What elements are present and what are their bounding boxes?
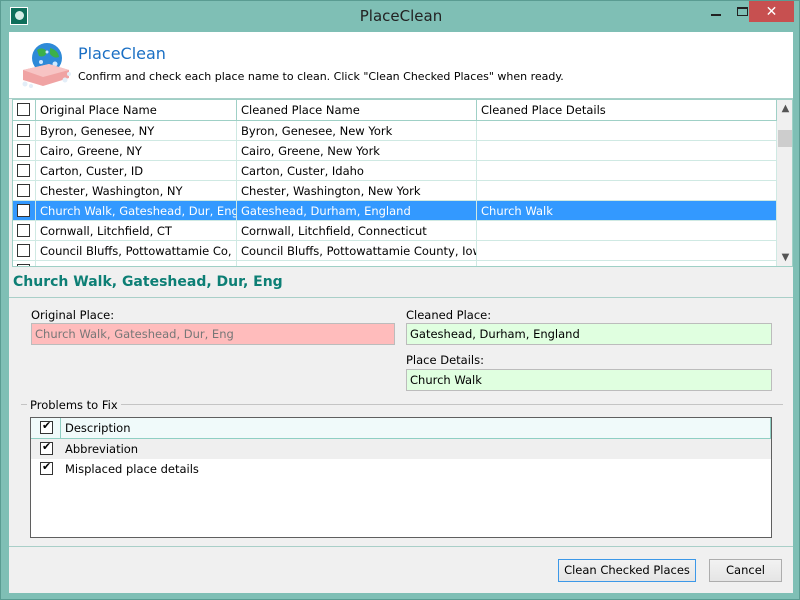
selected-place-title: Church Walk, Gateshead, Dur, Eng	[13, 274, 283, 290]
row-checkbox[interactable]	[17, 144, 30, 157]
row-checkbox-cell[interactable]	[13, 181, 36, 201]
cleaned-place-cell[interactable]: Carton, Custer, Idaho	[237, 161, 477, 181]
row-checkbox-cell[interactable]	[13, 141, 36, 161]
row-checkbox[interactable]	[17, 244, 30, 257]
footer-divider	[9, 546, 793, 547]
problems-header-checkbox-cell	[31, 418, 61, 439]
original-place-cell[interactable]: Byron, Genesee, NY	[36, 121, 237, 141]
cleaned-place-cell[interactable]: Byron, Genesee, New York	[237, 121, 477, 141]
row-checkbox-cell[interactable]	[13, 161, 36, 181]
problem-checkbox[interactable]	[40, 460, 53, 475]
cleaned-place-cell[interactable]: Cornwall, Litchfield, Connecticut	[237, 221, 477, 241]
original-place-cell[interactable]: Church Walk, Gateshead, Dur, Eng	[36, 201, 237, 221]
table-row[interactable]: Cairo, Greene, NY Cairo, Greene, New York	[13, 141, 777, 161]
list-item[interactable]: Misplaced place details	[31, 459, 771, 479]
cleaned-place-cell[interactable]: Chester, Washington, New York	[237, 181, 477, 201]
scroll-up-icon[interactable]: ▲	[777, 100, 792, 117]
cleaned-details-cell[interactable]	[477, 261, 777, 266]
table-row[interactable]: Council Bluffs, Pittattamie, IACouncil B…	[13, 261, 777, 266]
problems-select-all-checkbox[interactable]	[40, 419, 53, 434]
cleaned-details-cell[interactable]	[477, 221, 777, 241]
close-button[interactable]: ✕	[749, 1, 794, 22]
row-checkbox[interactable]	[17, 124, 30, 137]
cleaned-place-cell[interactable]: Cairo, Greene, New York	[237, 141, 477, 161]
original-place-field[interactable]: Church Walk, Gateshead, Dur, Eng	[31, 323, 395, 345]
grid-header-row: Original Place Name Cleaned Place Name C…	[13, 100, 777, 121]
cleaned-details-cell[interactable]	[477, 121, 777, 141]
row-checkbox[interactable]	[17, 224, 30, 237]
original-place-cell[interactable]: Council Bluffs, Pottowattamie Co, IA	[36, 241, 237, 261]
clean-checked-places-button[interactable]: Clean Checked Places	[558, 559, 696, 582]
column-header-original[interactable]: Original Place Name	[36, 100, 237, 120]
column-header-description[interactable]: Description	[65, 418, 131, 438]
table-row[interactable]: Carton, Custer, ID Carton, Custer, Idaho	[13, 161, 777, 181]
group-divider	[21, 404, 783, 405]
minimize-icon	[711, 13, 721, 16]
cleaned-place-cell[interactable]: Gateshead, Durham, England	[237, 201, 477, 221]
table-row[interactable]: Chester, Washington, NY Chester, Washingt…	[13, 181, 777, 201]
row-checkbox[interactable]	[17, 264, 30, 266]
cleaned-place-cell[interactable]: Council Bluffs, Pittattamie	[237, 261, 477, 266]
original-place-cell[interactable]: Cornwall, Litchfield, CT	[36, 221, 237, 241]
problem-checkbox-cell	[31, 439, 61, 459]
problem-checkbox[interactable]	[40, 440, 53, 455]
row-checkbox-cell[interactable]	[13, 241, 36, 261]
problems-group-label: Problems to Fix	[27, 398, 121, 412]
maximize-icon	[736, 7, 748, 16]
header-instructions: Confirm and check each place name to cle…	[78, 70, 564, 83]
row-checkbox[interactable]	[17, 184, 30, 197]
place-details-field[interactable]: Church Walk	[406, 369, 772, 391]
globe-soap-icon	[22, 43, 71, 88]
title-bar[interactable]: PlaceClean ✕	[1, 1, 800, 32]
select-all-checkbox[interactable]	[17, 103, 30, 116]
problems-list[interactable]: Description Abbreviation Misplaced place …	[30, 417, 772, 538]
row-checkbox-cell[interactable]	[13, 121, 36, 141]
cleaned-details-cell[interactable]: Church Walk	[477, 201, 777, 221]
table-row[interactable]: Council Bluffs, Pottowattamie Co, IA Coun…	[13, 241, 777, 261]
cleaned-details-cell[interactable]	[477, 141, 777, 161]
header-checkbox-cell	[13, 100, 36, 120]
places-grid[interactable]: Original Place Name Cleaned Place Name C…	[12, 99, 793, 267]
cleaned-details-cell[interactable]	[477, 161, 777, 181]
problem-description: Misplaced place details	[65, 462, 199, 476]
original-place-cell[interactable]: Council Bluffs, Pittattamie, IA	[36, 261, 237, 266]
dialog-client: PlaceClean Confirm and check each place …	[9, 32, 793, 593]
row-checkbox-cell[interactable]	[13, 201, 36, 221]
cleaned-place-field[interactable]: Gateshead, Durham, England	[406, 323, 772, 345]
header-title: PlaceClean	[78, 44, 166, 63]
row-checkbox-cell[interactable]	[13, 221, 36, 241]
cleaned-place-label: Cleaned Place:	[406, 308, 492, 322]
table-row[interactable]: Byron, Genesee, NY Byron, Genesee, New Yo…	[13, 121, 777, 141]
row-checkbox[interactable]	[17, 164, 30, 177]
column-header-details[interactable]: Cleaned Place Details	[477, 100, 777, 120]
dialog-header: PlaceClean Confirm and check each place …	[9, 32, 793, 99]
cleaned-details-cell[interactable]	[477, 241, 777, 261]
table-row[interactable]: Church Walk, Gateshead, Dur, Eng Gateshea…	[13, 201, 777, 221]
problems-header-row: Description	[31, 418, 771, 439]
problem-description: Abbreviation	[65, 442, 139, 456]
row-checkbox-cell[interactable]	[13, 261, 36, 266]
grid-scrollbar[interactable]: ▲ ▼	[777, 100, 792, 266]
column-header-cleaned[interactable]: Cleaned Place Name	[237, 100, 477, 120]
divider	[9, 297, 793, 298]
original-place-cell[interactable]: Chester, Washington, NY	[36, 181, 237, 201]
problem-checkbox-cell	[31, 459, 61, 479]
place-details-label: Place Details:	[406, 353, 484, 367]
cleaned-details-cell[interactable]	[477, 181, 777, 201]
original-place-cell[interactable]: Cairo, Greene, NY	[36, 141, 237, 161]
placeclean-window: PlaceClean ✕ PlaceClean Confirm and chec	[0, 0, 800, 600]
close-icon: ✕	[765, 3, 778, 20]
scroll-down-icon[interactable]: ▼	[777, 249, 792, 266]
original-place-label: Original Place:	[31, 308, 115, 322]
window-title: PlaceClean	[359, 7, 443, 25]
cancel-button[interactable]: Cancel	[709, 559, 782, 582]
table-row[interactable]: Cornwall, Litchfield, CT Cornwall, Litchf…	[13, 221, 777, 241]
list-item[interactable]: Abbreviation	[31, 439, 771, 459]
original-place-cell[interactable]: Carton, Custer, ID	[36, 161, 237, 181]
cleaned-place-cell[interactable]: Council Bluffs, Pottowattamie County, Io…	[237, 241, 477, 261]
scroll-thumb[interactable]	[778, 130, 792, 147]
row-checkbox[interactable]	[17, 204, 30, 217]
